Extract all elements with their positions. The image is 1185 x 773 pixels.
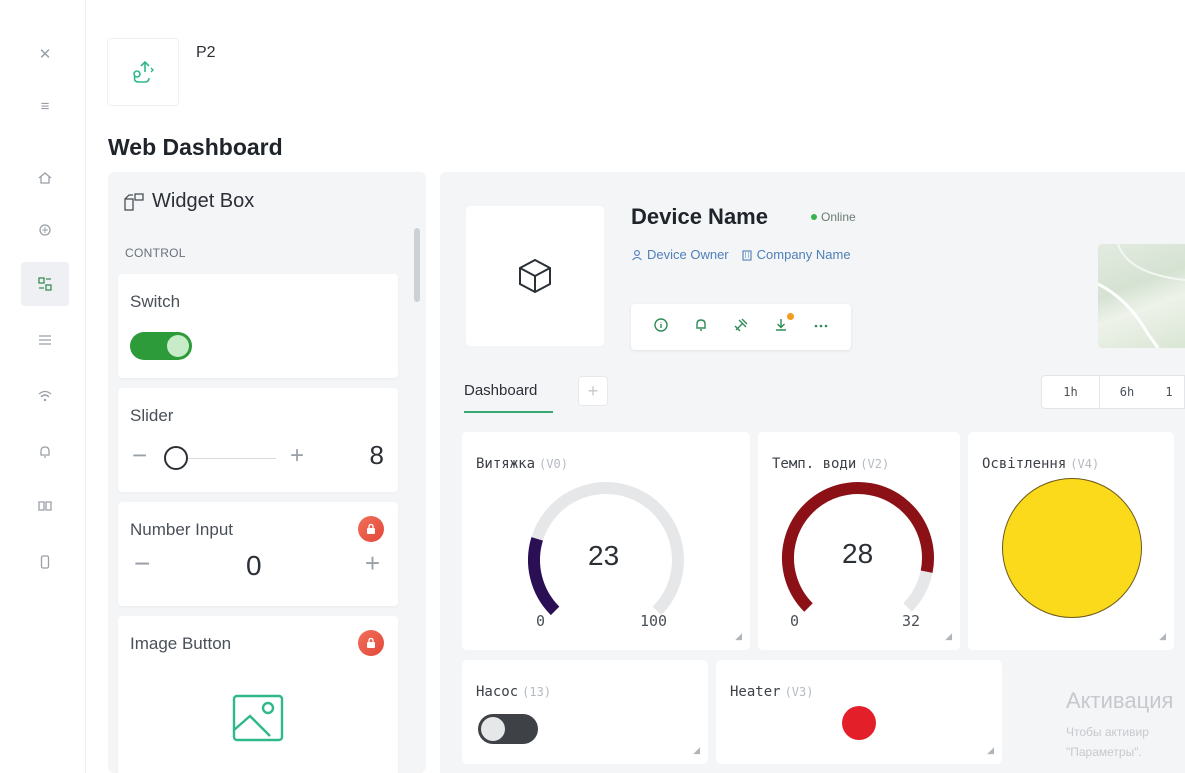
time-range-more[interactable]: 1: [1154, 376, 1184, 408]
heater-led: [842, 706, 876, 740]
gauge-value: 28: [842, 538, 874, 569]
device-owner-link[interactable]: Device Owner: [631, 247, 729, 262]
slider-minus: −: [132, 440, 148, 470]
download-icon[interactable]: [770, 313, 794, 337]
gauge-fill: [528, 537, 560, 616]
gauge-max: 100: [640, 612, 668, 630]
active-tab-indicator: [464, 411, 553, 413]
activation-watermark: Активация: [1066, 688, 1174, 713]
gauge-value: 23: [588, 540, 620, 571]
device-name: Device Name: [631, 204, 768, 229]
widget-image-button[interactable]: Image Button: [118, 616, 398, 773]
widget-label: Number Input: [130, 520, 233, 539]
widget-box-header: Widget Box: [124, 190, 254, 213]
widget-slider[interactable]: Slider − + 8: [118, 388, 398, 492]
tile-pump[interactable]: Насос (13) ◢: [462, 660, 708, 764]
light-led: [1002, 478, 1142, 618]
time-range-1h[interactable]: 1h: [1042, 376, 1100, 408]
widget-label: Image Button: [130, 634, 232, 653]
device-actions: [631, 304, 851, 350]
widget-label: Switch: [130, 292, 181, 311]
slider-plus: +: [290, 442, 305, 469]
book-icon[interactable]: [21, 484, 69, 528]
lock-icon: [358, 630, 384, 656]
device-meta: Device Owner Company Name: [631, 247, 851, 262]
side-rail: ✕ ≡: [0, 0, 86, 773]
home-icon[interactable]: [21, 156, 69, 200]
number-minus: −: [134, 548, 151, 579]
activation-watermark-text: Чтобы активир "Параметры".: [1066, 725, 1149, 759]
gauge-max: 32: [902, 612, 921, 630]
widget-box-title: Widget Box: [152, 190, 255, 212]
resize-handle[interactable]: ◢: [945, 631, 952, 642]
status-text: Online: [821, 210, 856, 224]
tab-dashboard[interactable]: Dashboard: [464, 382, 537, 399]
gauge-min: 0: [790, 612, 800, 630]
image-placeholder: [130, 668, 386, 768]
widget-box-icon: [124, 192, 144, 211]
phone-icon[interactable]: [21, 540, 69, 584]
device-status: Online: [811, 210, 856, 224]
scrollbar[interactable]: [414, 228, 420, 302]
company-name: Company Name: [756, 247, 851, 262]
switch-preview: [130, 332, 192, 360]
status-dot: [811, 214, 817, 220]
more-icon[interactable]: [810, 317, 832, 337]
menu-icon[interactable]: ≡: [21, 84, 69, 128]
widget-number-input[interactable]: Number Input − 0 +: [118, 502, 398, 606]
widget-switch[interactable]: Switch: [118, 274, 398, 378]
bell-icon[interactable]: [21, 430, 69, 474]
device-image[interactable]: [466, 206, 604, 346]
section-label: CONTROL: [125, 246, 186, 260]
widget-box: Widget Box CONTROL Switch Slider − + 8 N…: [108, 172, 426, 773]
time-range-6h[interactable]: 6h: [1100, 376, 1154, 408]
close-icon[interactable]: ✕: [21, 32, 69, 76]
gauge-min: 0: [536, 612, 546, 630]
cube-icon: [519, 258, 551, 294]
number-plus: +: [364, 548, 380, 578]
tile-temp[interactable]: Темп. води (V2) 28 0 32 ◢: [758, 432, 960, 650]
bell-icon[interactable]: [690, 317, 712, 337]
user-icon: [632, 249, 642, 260]
dashboard-icon[interactable]: [21, 262, 69, 306]
tile-vytyazhka[interactable]: Витяжка (V0) 23 0 100 ◢: [462, 432, 750, 650]
map-thumbnail[interactable]: [1097, 243, 1185, 349]
device-owner: Device Owner: [647, 247, 729, 262]
tools-icon[interactable]: [730, 317, 752, 337]
page-title: Web Dashboard: [108, 134, 283, 160]
tile-light[interactable]: Освітлення (V4) ◢: [968, 432, 1174, 650]
map-roads: [1097, 243, 1185, 349]
lock-icon: [358, 516, 384, 542]
notification-dot: [787, 313, 794, 320]
info-icon[interactable]: [650, 317, 672, 337]
tile-heater[interactable]: Heater (V3) ◢: [716, 660, 1002, 764]
building-icon: [742, 249, 752, 261]
number-value: 0: [246, 550, 262, 581]
tile-title: Насос (13): [476, 684, 552, 700]
wifi-icon[interactable]: [21, 374, 69, 418]
list-icon[interactable]: [21, 318, 69, 362]
template-icon: [133, 60, 154, 83]
app-logo: [107, 38, 179, 106]
resize-handle[interactable]: ◢: [735, 631, 742, 642]
resize-handle[interactable]: ◢: [693, 745, 700, 756]
widget-label: Slider: [130, 406, 174, 425]
pump-switch[interactable]: [478, 714, 538, 744]
tile-title: Освітлення (V4): [982, 456, 1100, 472]
company-link[interactable]: Company Name: [741, 247, 851, 262]
slider-value: 8: [369, 440, 384, 470]
resize-handle[interactable]: ◢: [1159, 631, 1166, 642]
tile-title: Heater (V3): [730, 684, 814, 700]
time-range-selector: 1h 6h 1: [1041, 375, 1185, 409]
developer-zone-icon[interactable]: [21, 208, 69, 252]
template-name: P2: [196, 44, 216, 61]
slider-knob: [164, 446, 188, 470]
resize-handle[interactable]: ◢: [987, 745, 994, 756]
image-icon: [232, 694, 284, 742]
add-tab-button[interactable]: +: [578, 376, 608, 406]
